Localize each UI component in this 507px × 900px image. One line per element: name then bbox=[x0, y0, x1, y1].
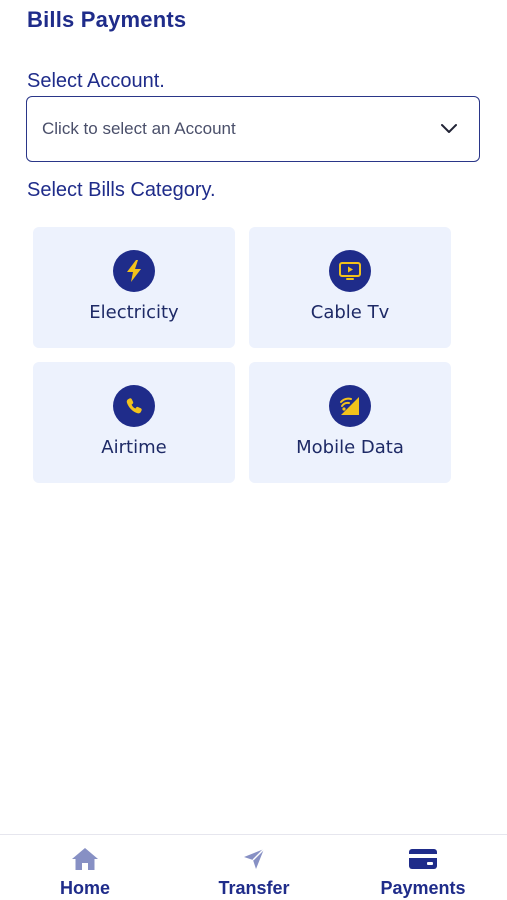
tv-icon bbox=[329, 250, 371, 292]
category-label-electricity: Electricity bbox=[89, 302, 179, 323]
lightning-icon bbox=[113, 250, 155, 292]
category-card-airtime[interactable]: Airtime bbox=[33, 362, 235, 483]
send-icon bbox=[238, 845, 270, 873]
category-card-electricity[interactable]: Electricity bbox=[33, 227, 235, 348]
nav-item-home[interactable]: Home bbox=[40, 835, 130, 900]
nav-item-payments[interactable]: Payments bbox=[368, 835, 478, 900]
mobile-data-icon bbox=[329, 385, 371, 427]
nav-label-home: Home bbox=[59, 878, 110, 898]
chevron-down-icon bbox=[439, 119, 459, 139]
category-card-cable-tv[interactable]: Cable Tv bbox=[249, 227, 451, 348]
nav-label-transfer: Transfer bbox=[218, 878, 290, 898]
category-label-airtime: Airtime bbox=[101, 437, 167, 458]
category-card-mobile-data[interactable]: Mobile Data bbox=[249, 362, 451, 483]
account-select-placeholder: Click to select an Account bbox=[42, 119, 236, 138]
card-icon bbox=[407, 845, 439, 873]
page-title: Bills Payments bbox=[27, 7, 187, 32]
account-select[interactable]: Click to select an Account bbox=[26, 96, 480, 162]
category-label-mobile-data: Mobile Data bbox=[296, 437, 404, 458]
phone-icon bbox=[113, 385, 155, 427]
bills-category-grid: Electricity Cable Tv Airtime Mobile Data bbox=[33, 227, 453, 485]
home-icon bbox=[69, 845, 101, 873]
category-label-cable-tv: Cable Tv bbox=[310, 302, 390, 323]
select-bills-category-label: Select Bills Category. bbox=[27, 179, 216, 201]
nav-label-payments: Payments bbox=[380, 878, 466, 898]
bills-payments-page: Bills Payments Select Account. Click to … bbox=[0, 0, 507, 900]
select-account-label: Select Account. bbox=[27, 70, 165, 92]
bottom-navigation-bar: Home Transfer Payments bbox=[0, 834, 507, 900]
nav-item-transfer[interactable]: Transfer bbox=[204, 835, 304, 900]
